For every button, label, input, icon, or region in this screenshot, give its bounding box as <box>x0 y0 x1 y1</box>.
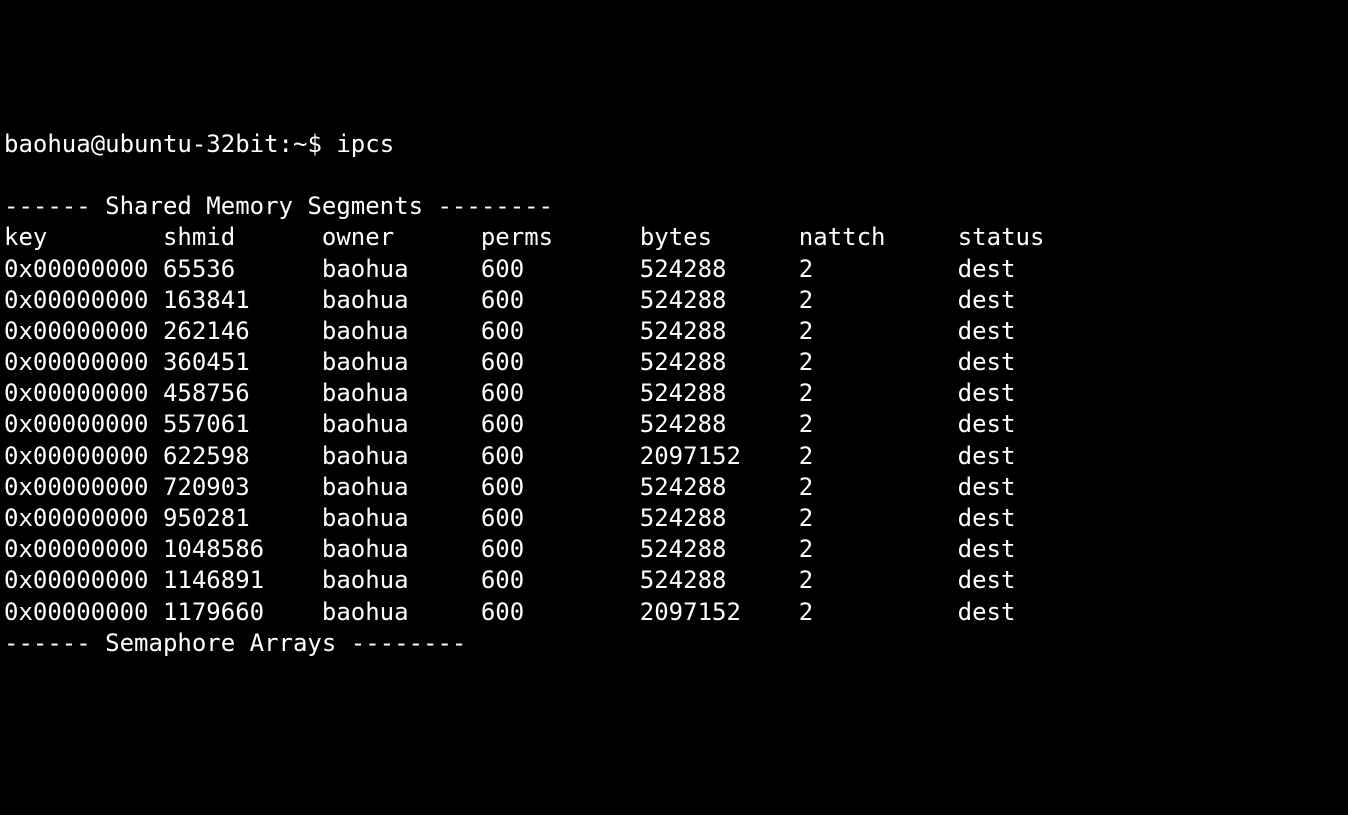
col-header-nattch: nattch <box>799 223 886 251</box>
col-header-key: key <box>4 223 47 251</box>
command-text: ipcs <box>336 130 394 158</box>
prompt-user-host: baohua@ubuntu-32bit <box>4 130 279 158</box>
prompt-line: baohua@ubuntu-32bit:~$ ipcs <box>4 130 394 158</box>
col-header-owner: owner <box>322 223 394 251</box>
shm-section-title: ------ Shared Memory Segments -------- <box>4 192 553 220</box>
col-header-shmid: shmid <box>163 223 235 251</box>
col-header-bytes: bytes <box>640 223 712 251</box>
prompt-symbol: $ <box>307 130 321 158</box>
prompt-path: ~ <box>293 130 307 158</box>
prompt-separator: : <box>279 130 293 158</box>
col-header-status: status <box>958 223 1045 251</box>
col-header-perms: perms <box>481 223 553 251</box>
shm-header-row: key shmid owner perms bytes nattch statu… <box>4 223 1044 251</box>
terminal-output[interactable]: baohua@ubuntu-32bit:~$ ipcs ------ Share… <box>4 129 1344 659</box>
shm-rows-container: 0x00000000 65536 baohua 600 524288 2 des… <box>4 255 1015 626</box>
sem-section-title: ------ Semaphore Arrays -------- <box>4 629 466 657</box>
